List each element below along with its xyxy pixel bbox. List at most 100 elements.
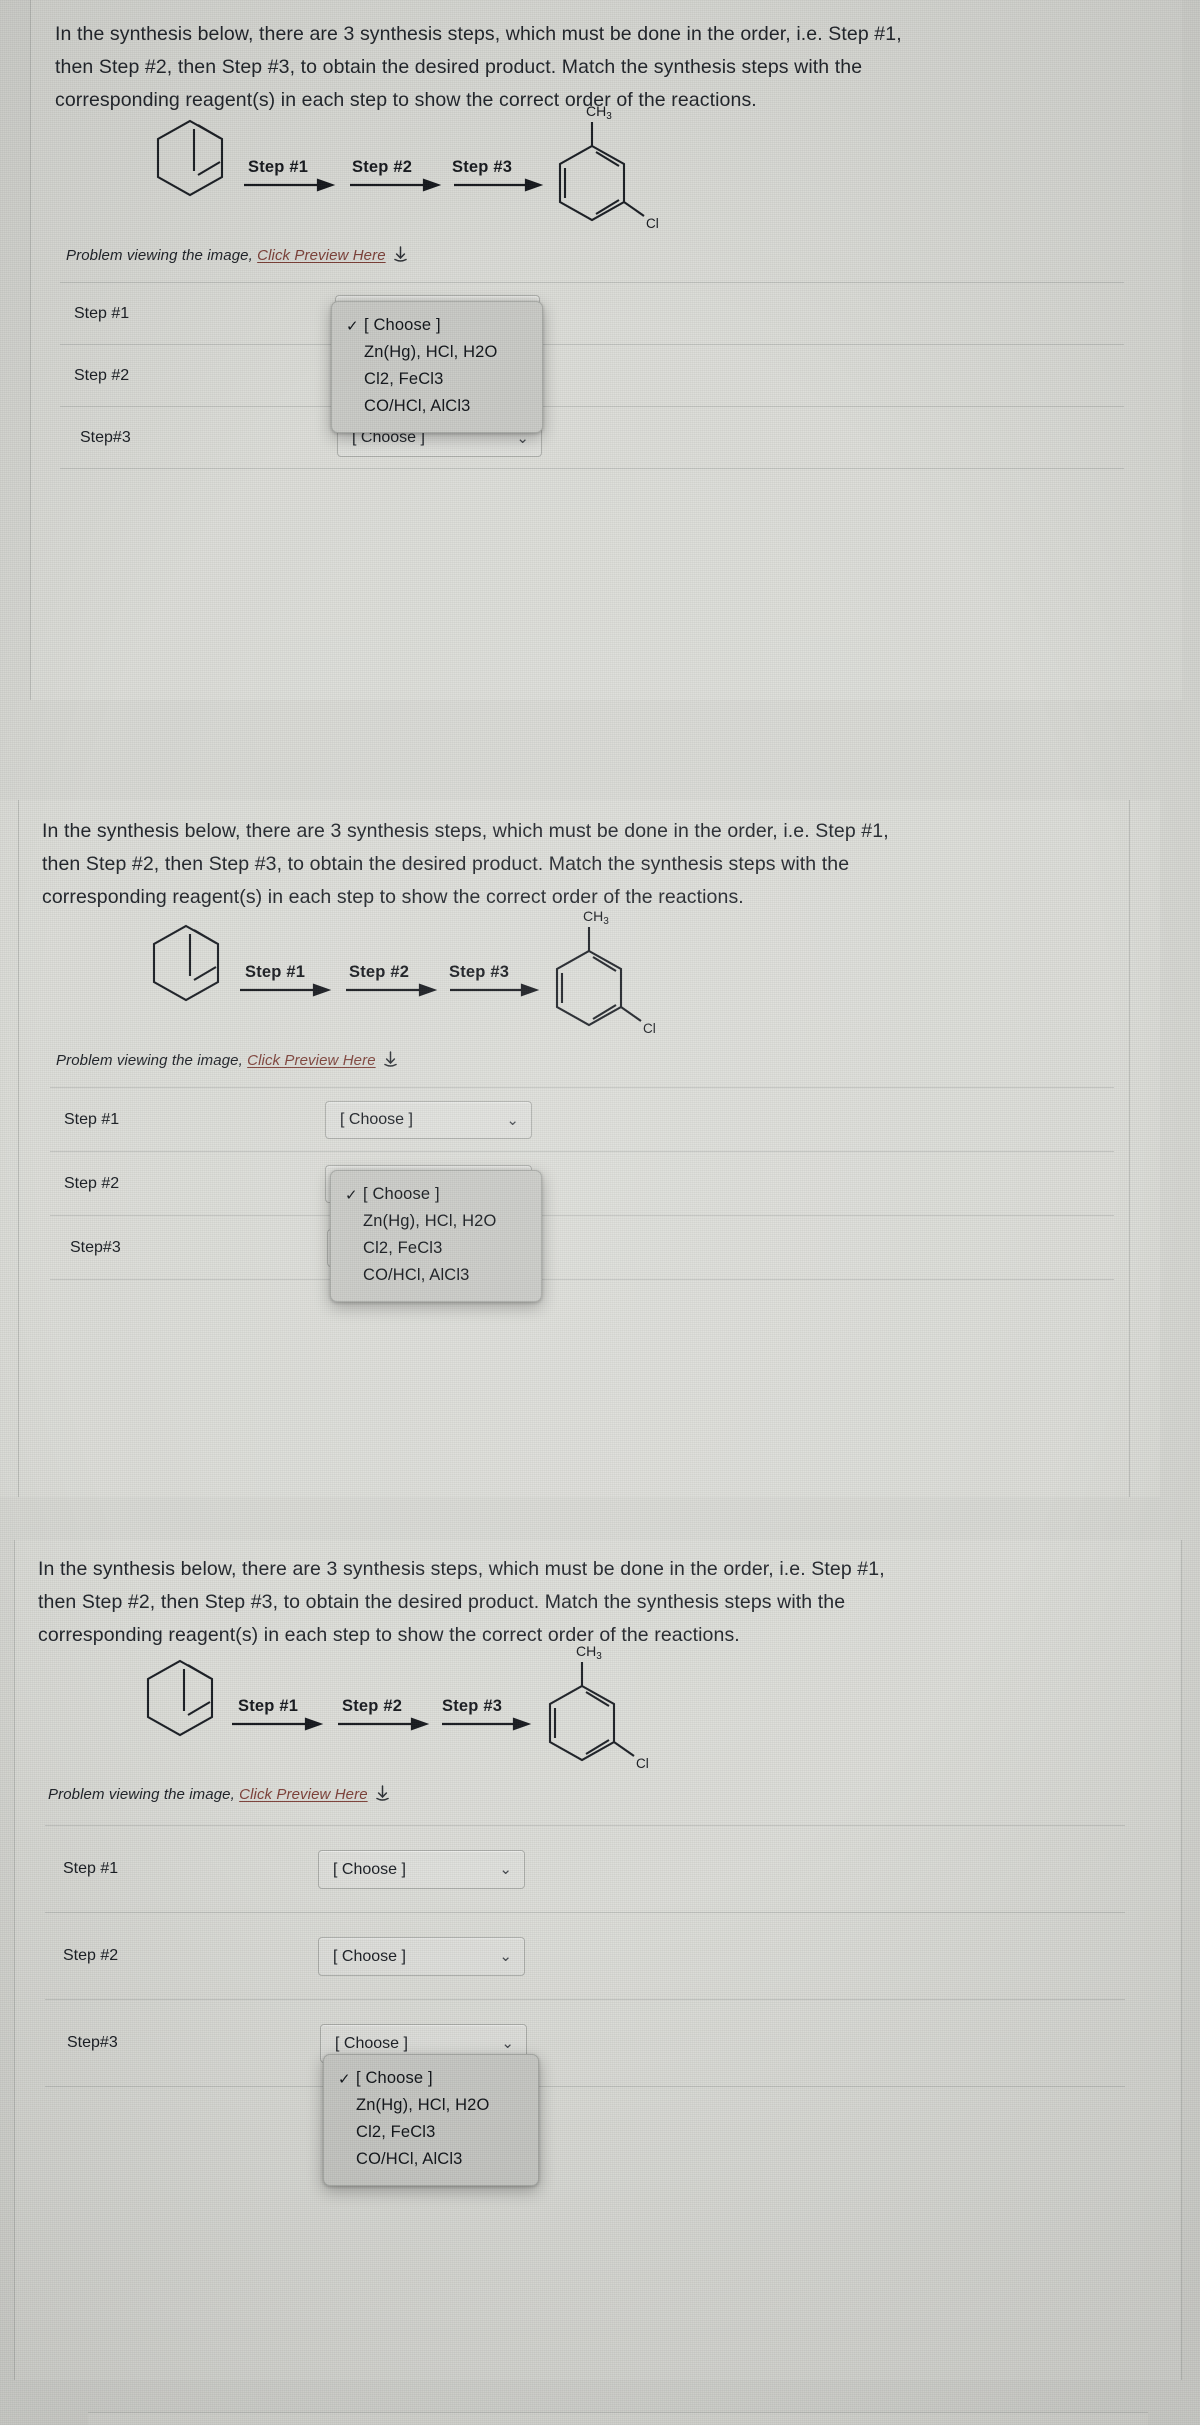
dropdown-option[interactable]: Cl2, FeCl3 bbox=[332, 366, 542, 393]
dropdown-option[interactable]: ✓ [ Choose ] bbox=[332, 312, 542, 339]
table-row-bottom-rule bbox=[50, 1279, 1114, 1280]
select-step-1[interactable]: [ Choose ] ⌄ bbox=[325, 1101, 532, 1139]
arrow-label-step-2: Step #2 bbox=[342, 1697, 403, 1715]
problem-viewing-notice: Problem viewing the image, Click Preview… bbox=[56, 1051, 398, 1072]
chevron-down-icon: ⌄ bbox=[499, 1861, 512, 1878]
problem-viewing-notice: Problem viewing the image, Click Preview… bbox=[66, 246, 408, 267]
product-label-cl: Cl bbox=[646, 216, 659, 231]
dropdown-option[interactable]: ✓ [ Choose ] bbox=[331, 1181, 541, 1208]
dropdown-option-label: Zn(Hg), HCl, H2O bbox=[363, 1212, 497, 1230]
dropdown-option-label: Zn(Hg), HCl, H2O bbox=[364, 343, 498, 361]
dropdown-option-label: CO/HCl, AlCl3 bbox=[356, 2150, 463, 2168]
table-row: Step #1 [ Choose ] ⌄ bbox=[45, 1825, 1125, 1912]
dropdown-option-label: Cl2, FeCl3 bbox=[363, 1239, 443, 1257]
dropdown-menu-step-1[interactable]: ✓ [ Choose ] Zn(Hg), HCl, H2O Cl2, FeCl3… bbox=[331, 301, 543, 433]
table-row-bottom-rule bbox=[60, 468, 1124, 469]
table-row: Step #1 [ Choose ] ⌄ bbox=[60, 282, 1124, 344]
dropdown-option[interactable]: Cl2, FeCl3 bbox=[331, 1235, 541, 1262]
table-row: Step #1 [ Choose ] ⌄ bbox=[50, 1087, 1114, 1151]
table-row: Step#3 [ Choose ] ⌄ bbox=[50, 1215, 1114, 1279]
match-rows: Step #1 [ Choose ] ⌄ Step #2 [ Choose ] … bbox=[60, 282, 1124, 469]
click-preview-here-link[interactable]: Click Preview Here bbox=[239, 1786, 368, 1803]
arrow-label-step-2: Step #2 bbox=[349, 963, 410, 981]
dropdown-option[interactable]: Zn(Hg), HCl, H2O bbox=[324, 2092, 538, 2119]
click-preview-here-link[interactable]: Click Preview Here bbox=[247, 1052, 376, 1069]
select-step-1-value: [ Choose ] bbox=[333, 1860, 406, 1878]
arrow-label-step-1: Step #1 bbox=[238, 1697, 299, 1715]
row-label-step-3: Step#3 bbox=[67, 2034, 118, 2051]
dropdown-option-label: [ Choose ] bbox=[363, 1185, 440, 1203]
chevron-down-icon: ⌄ bbox=[506, 1111, 519, 1129]
table-row: Step #2 [ Choose ] ⌄ bbox=[45, 1912, 1125, 1999]
row-label-step-3: Step#3 bbox=[80, 428, 131, 446]
dropdown-option-label: Cl2, FeCl3 bbox=[364, 370, 444, 388]
dropdown-option-label: [ Choose ] bbox=[364, 316, 441, 334]
table-row: Step#3 [ Choose ] ⌄ bbox=[60, 406, 1124, 468]
select-step-2-value: [ Choose ] bbox=[333, 1947, 406, 1965]
arrow-label-step-1: Step #1 bbox=[248, 158, 309, 176]
benzene-ring-reactant bbox=[156, 119, 224, 197]
product-label-ch3: CH3 bbox=[576, 1643, 602, 1662]
dropdown-menu-step-2[interactable]: ✓ [ Choose ] Zn(Hg), HCl, H2O Cl2, FeCl3… bbox=[330, 1170, 542, 1302]
row-label-step-2: Step #2 bbox=[74, 366, 130, 384]
row-label-step-2: Step #2 bbox=[63, 1947, 119, 1964]
dropdown-option[interactable]: CO/HCl, AlCl3 bbox=[332, 393, 542, 420]
dropdown-option[interactable]: CO/HCl, AlCl3 bbox=[324, 2146, 538, 2173]
chevron-down-icon: ⌄ bbox=[501, 2035, 514, 2052]
match-rows: Step #1 [ Choose ] ⌄ Step #2 [ Choose ] … bbox=[50, 1087, 1114, 1280]
arrow-label-step-2: Step #2 bbox=[352, 158, 413, 176]
sheet-left-edge-1 bbox=[30, 0, 31, 700]
next-question-card-stub bbox=[88, 2412, 1148, 2425]
row-label-step-1: Step #1 bbox=[64, 1110, 120, 1128]
dropdown-option[interactable]: CO/HCl, AlCl3 bbox=[331, 1262, 541, 1289]
arrow-label-step-1: Step #1 bbox=[245, 963, 306, 981]
table-row-bottom-rule bbox=[45, 2086, 1125, 2087]
select-step-1[interactable]: [ Choose ] ⌄ bbox=[318, 1850, 525, 1889]
dropdown-option-label: CO/HCl, AlCl3 bbox=[363, 1266, 470, 1284]
match-rows: Step #1 [ Choose ] ⌄ Step #2 [ Choose ] … bbox=[45, 1825, 1125, 2087]
dropdown-option-label: CO/HCl, AlCl3 bbox=[364, 397, 471, 415]
question-panel-3: In the synthesis below, there are 3 synt… bbox=[0, 1497, 1200, 2425]
dropdown-menu-step-3[interactable]: ✓ [ Choose ] Zn(Hg), HCl, H2O Cl2, FeCl3… bbox=[323, 2054, 539, 2186]
download-arrow-icon[interactable] bbox=[375, 1785, 390, 1806]
problem-viewing-prefix: Problem viewing the image, bbox=[48, 1786, 235, 1803]
product-label-cl: Cl bbox=[636, 1756, 649, 1771]
selected-checkmark-icon: ✓ bbox=[338, 2070, 351, 2088]
selected-checkmark-icon: ✓ bbox=[346, 317, 359, 335]
dropdown-option[interactable]: Cl2, FeCl3 bbox=[324, 2119, 538, 2146]
question-panel-1: In the synthesis below, there are 3 synt… bbox=[0, 0, 1200, 737]
dropdown-option-label: Zn(Hg), HCl, H2O bbox=[356, 2096, 490, 2114]
row-label-step-1: Step #1 bbox=[74, 304, 130, 322]
question-text: In the synthesis below, there are 3 synt… bbox=[42, 820, 889, 908]
arrow-label-step-3: Step #3 bbox=[449, 963, 510, 981]
question-text: In the synthesis below, there are 3 synt… bbox=[38, 1558, 885, 1646]
dropdown-option-label: Cl2, FeCl3 bbox=[356, 2123, 436, 2141]
product-label-cl: Cl bbox=[643, 1021, 656, 1036]
select-step-2[interactable]: [ Choose ] ⌄ bbox=[318, 1937, 525, 1976]
problem-viewing-notice: Problem viewing the image, Click Preview… bbox=[48, 1785, 390, 1806]
download-arrow-icon[interactable] bbox=[393, 246, 408, 267]
table-row: Step #2 [ Choose ] ⌄ bbox=[50, 1151, 1114, 1215]
dropdown-option[interactable]: ✓ [ Choose ] bbox=[324, 2065, 538, 2092]
sheet-left-edge-2 bbox=[18, 800, 19, 1497]
select-step-1-value: [ Choose ] bbox=[340, 1111, 413, 1128]
sheet-right-edge-3 bbox=[1181, 1540, 1182, 2380]
benzene-ring-reactant bbox=[146, 1659, 214, 1737]
arrow-label-step-3: Step #3 bbox=[452, 158, 513, 176]
dropdown-option[interactable]: Zn(Hg), HCl, H2O bbox=[332, 339, 542, 366]
product-label-ch3: CH3 bbox=[586, 103, 612, 122]
product-label-ch3: CH3 bbox=[583, 908, 609, 927]
row-label-step-3: Step#3 bbox=[70, 1238, 121, 1256]
download-arrow-icon[interactable] bbox=[383, 1051, 398, 1072]
selected-checkmark-icon: ✓ bbox=[345, 1186, 358, 1204]
dropdown-option-label: [ Choose ] bbox=[356, 2069, 433, 2087]
question-panel-2: In the synthesis below, there are 3 synt… bbox=[0, 737, 1200, 1497]
row-label-step-2: Step #2 bbox=[64, 1174, 120, 1192]
product-structure: CH3 Cl bbox=[517, 905, 697, 1055]
click-preview-here-link[interactable]: Click Preview Here bbox=[257, 247, 386, 264]
dropdown-option[interactable]: Zn(Hg), HCl, H2O bbox=[331, 1208, 541, 1235]
product-structure: CH3 Cl bbox=[520, 100, 700, 250]
table-row: Step#3 [ Choose ] ⌄ bbox=[45, 1999, 1125, 2086]
select-step-3-value: [ Choose ] bbox=[335, 2034, 408, 2052]
problem-viewing-prefix: Problem viewing the image, bbox=[56, 1052, 243, 1069]
